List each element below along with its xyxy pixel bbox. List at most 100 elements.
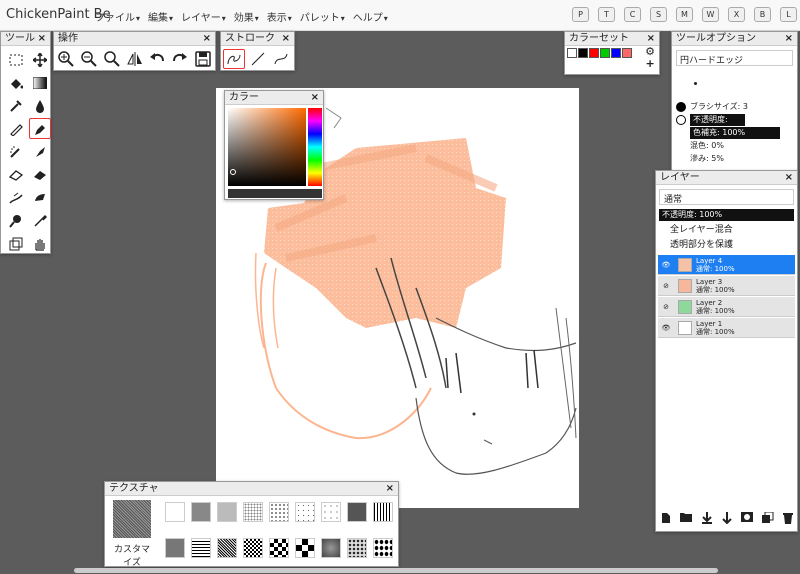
layer-row[interactable]: 👁 Layer 4 通常: 100%	[658, 255, 795, 275]
trash-icon[interactable]	[782, 512, 793, 527]
fill-slider[interactable]: 色補充: 100%	[690, 126, 780, 139]
blur-row[interactable]: 滲み: 5%	[672, 152, 797, 165]
texture-tile[interactable]	[347, 502, 367, 522]
layer-opacity-slider[interactable]: 不透明度: 100%	[659, 209, 794, 221]
redo-icon[interactable]	[170, 49, 191, 69]
color-swatch[interactable]	[589, 48, 599, 58]
shortcut-s-button[interactable]: S	[650, 7, 667, 22]
smudge-icon[interactable]	[5, 187, 27, 208]
flood-fill-icon[interactable]	[5, 72, 27, 93]
horizontal-scrollbar[interactable]	[74, 568, 718, 573]
gradient-icon[interactable]	[29, 72, 51, 93]
eye-icon[interactable]: 👁	[658, 261, 674, 269]
texture-panel-close-button[interactable]: ×	[386, 482, 394, 496]
shortcut-l-button[interactable]: L	[780, 7, 797, 22]
opacity-row[interactable]: 不透明度: 128	[672, 113, 797, 136]
flip-horizontal-icon[interactable]	[124, 49, 145, 69]
blend-mode-select[interactable]: 通常	[659, 189, 794, 205]
fill-row[interactable]: 色補充: 100%	[672, 126, 797, 139]
stroke-panel-close-button[interactable]: ×	[282, 32, 290, 46]
operations-panel-header[interactable]: 操作 ×	[54, 32, 215, 46]
texture-tile[interactable]	[295, 502, 315, 522]
texture-tile[interactable]	[269, 538, 289, 558]
watercolor-icon[interactable]	[29, 141, 51, 162]
shortcut-t-button[interactable]: T	[598, 7, 615, 22]
texture-tile[interactable]	[321, 538, 341, 558]
texture-tile[interactable]	[191, 538, 211, 558]
tools-panel-header[interactable]: ツール ×	[1, 32, 50, 46]
texture-tile[interactable]	[347, 538, 367, 558]
merge-all-checkbox[interactable]: 全レイヤー混合	[656, 221, 797, 236]
shortcut-x-button[interactable]: X	[728, 7, 745, 22]
texture-panel-header[interactable]: テクスチャ ×	[105, 482, 398, 496]
menu-help[interactable]: ヘルプ	[353, 9, 388, 24]
water-drop-icon[interactable]	[29, 95, 51, 116]
texture-tile[interactable]	[295, 538, 315, 558]
texture-tile[interactable]	[269, 502, 289, 522]
merge-down-icon[interactable]	[701, 512, 713, 527]
zoom-out-icon[interactable]	[79, 49, 100, 69]
texture-tile[interactable]	[321, 502, 341, 522]
menu-effects[interactable]: 効果	[234, 9, 259, 24]
menu-view[interactable]: 表示	[267, 9, 292, 24]
texture-tile[interactable]	[373, 538, 393, 558]
opacity-slider[interactable]: 不透明度: 128	[690, 113, 745, 136]
texture-tile[interactable]	[217, 538, 237, 558]
brush-icon[interactable]	[29, 210, 51, 231]
layer-row[interactable]: ⊘ Layer 3 通常: 100%	[658, 276, 795, 296]
move-icon[interactable]	[29, 49, 51, 70]
transform-icon[interactable]	[5, 233, 27, 254]
color-panel-header[interactable]: カラー ×	[225, 91, 323, 105]
eye-icon[interactable]: ⊘	[658, 282, 674, 290]
duplicate-layer-icon[interactable]	[761, 511, 774, 527]
tools-panel-close-button[interactable]: ×	[38, 32, 46, 46]
move-down-icon[interactable]	[721, 512, 732, 527]
shortcut-c-button[interactable]: C	[624, 7, 641, 22]
mix-row[interactable]: 混色: 0%	[672, 139, 797, 152]
layer-row[interactable]: 👁 Layer 1 通常: 100%	[658, 318, 795, 338]
menu-edit[interactable]: 編集	[148, 9, 173, 24]
eye-icon[interactable]: ⊘	[658, 303, 674, 311]
stroke-panel-header[interactable]: ストローク ×	[221, 32, 294, 46]
eraser-icon[interactable]	[5, 164, 27, 185]
blender-icon[interactable]	[29, 187, 51, 208]
airbrush-icon[interactable]	[5, 141, 27, 162]
new-layer-icon[interactable]	[661, 512, 671, 527]
texture-tile[interactable]	[373, 502, 393, 522]
layer-row[interactable]: ⊘ Layer 2 通常: 100%	[658, 297, 795, 317]
layers-panel-close-button[interactable]: ×	[785, 171, 793, 185]
color-swatch[interactable]	[600, 48, 610, 58]
shortcut-w-button[interactable]: W	[702, 7, 719, 22]
freehand-stroke-icon[interactable]	[223, 49, 245, 69]
tool-options-panel-header[interactable]: ツールオプション ×	[672, 32, 797, 46]
zoom-in-icon[interactable]	[56, 49, 77, 69]
color-swatch[interactable]	[567, 48, 577, 58]
brush-select[interactable]: 円ハードエッジ	[676, 50, 793, 66]
color-swatch[interactable]	[611, 48, 621, 58]
save-icon[interactable]	[192, 49, 213, 69]
pen-icon[interactable]	[29, 118, 51, 139]
undo-icon[interactable]	[147, 49, 168, 69]
menu-palette[interactable]: パレット	[300, 9, 345, 24]
line-stroke-icon[interactable]	[247, 49, 269, 69]
colorset-panel-header[interactable]: カラーセット ×	[565, 32, 659, 46]
eye-icon[interactable]: 👁	[658, 324, 674, 332]
plus-icon[interactable]: +	[645, 58, 655, 70]
texture-tile[interactable]	[217, 502, 237, 522]
protect-alpha-checkbox[interactable]: 透明部分を保護	[656, 236, 797, 251]
color-panel-close-button[interactable]: ×	[311, 91, 319, 105]
menu-layer[interactable]: レイヤー	[181, 9, 226, 24]
colorset-panel-close-button[interactable]: ×	[647, 32, 655, 46]
eyedropper-icon[interactable]	[5, 95, 27, 116]
new-group-icon[interactable]	[679, 512, 692, 527]
color-swatch[interactable]	[622, 48, 632, 58]
texture-tile[interactable]	[191, 502, 211, 522]
layers-panel-header[interactable]: レイヤー ×	[656, 171, 797, 185]
brush-size-row[interactable]: ブラシサイズ: 3	[672, 100, 797, 113]
magnifier-icon[interactable]	[5, 210, 27, 231]
soft-eraser-icon[interactable]	[29, 164, 51, 185]
hand-icon[interactable]	[29, 233, 51, 254]
menu-file[interactable]: ファイル	[95, 9, 140, 24]
pencil-icon[interactable]	[5, 118, 27, 139]
color-swatch[interactable]	[578, 48, 588, 58]
